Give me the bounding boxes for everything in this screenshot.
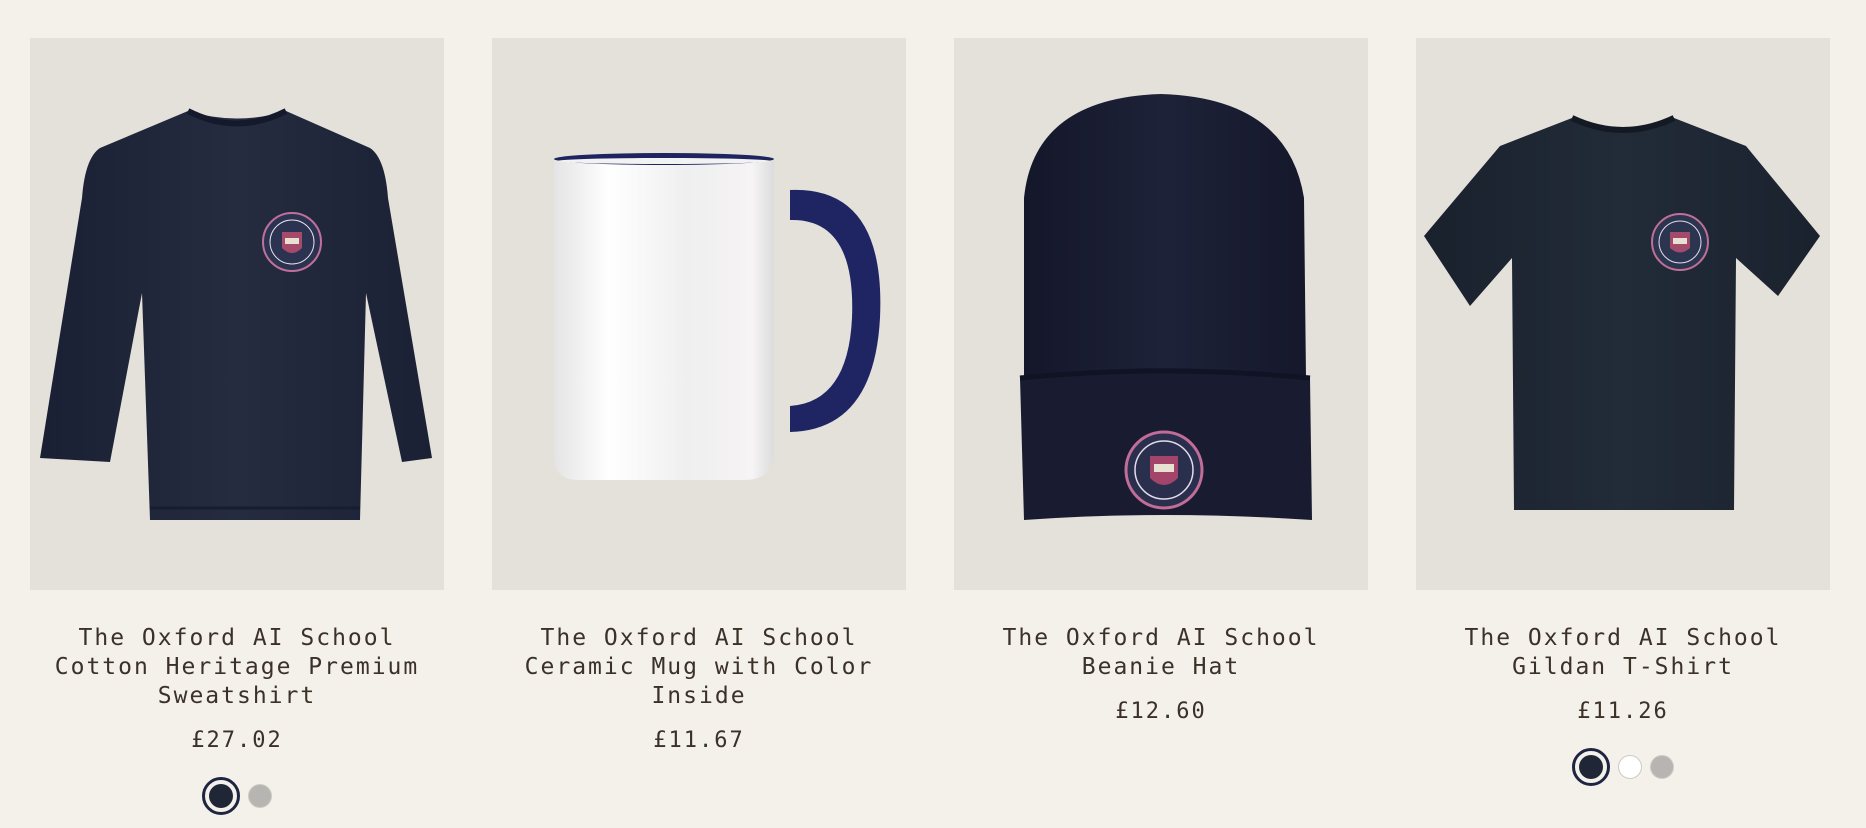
school-logo-icon xyxy=(1124,430,1204,510)
product-image-tshirt[interactable] xyxy=(1416,38,1830,590)
product-title[interactable]: The Oxford AI School Cotton Heritage Pre… xyxy=(30,624,444,711)
product-price: £12.60 xyxy=(1115,699,1207,724)
mug-icon xyxy=(554,153,881,480)
swatch-white[interactable] xyxy=(1618,755,1642,779)
product-card-sweatshirt[interactable]: The Oxford AI School Cotton Heritage Pre… xyxy=(30,38,444,815)
product-card-beanie[interactable]: The Oxford AI School Beanie Hat £12.60 xyxy=(954,38,1368,815)
beanie-icon xyxy=(1019,94,1312,520)
sweatshirt-icon xyxy=(40,108,432,520)
product-grid: The Oxford AI School Cotton Heritage Pre… xyxy=(30,38,1830,815)
product-title[interactable]: The Oxford AI School Beanie Hat xyxy=(954,624,1368,682)
school-logo-icon xyxy=(262,212,322,272)
swatch-grey[interactable] xyxy=(248,784,272,808)
product-price: £11.67 xyxy=(653,728,745,753)
product-price: £11.26 xyxy=(1577,699,1669,724)
swatch-navy[interactable] xyxy=(1572,748,1610,786)
color-swatches xyxy=(1572,748,1674,786)
school-logo-icon xyxy=(1651,213,1709,271)
product-card-tshirt[interactable]: The Oxford AI School Gildan T-Shirt £11.… xyxy=(1416,38,1830,815)
swatch-navy[interactable] xyxy=(202,777,240,815)
product-image-sweatshirt[interactable] xyxy=(30,38,444,590)
swatch-grey[interactable] xyxy=(1650,755,1674,779)
product-title[interactable]: The Oxford AI School Ceramic Mug with Co… xyxy=(492,624,906,711)
product-price: £27.02 xyxy=(191,728,283,753)
tshirt-icon xyxy=(1424,115,1820,510)
product-image-beanie[interactable] xyxy=(954,38,1368,590)
color-swatches xyxy=(202,777,272,815)
product-image-mug[interactable] xyxy=(492,38,906,590)
product-card-mug[interactable]: The Oxford AI School Ceramic Mug with Co… xyxy=(492,38,906,815)
product-title[interactable]: The Oxford AI School Gildan T-Shirt xyxy=(1416,624,1830,682)
